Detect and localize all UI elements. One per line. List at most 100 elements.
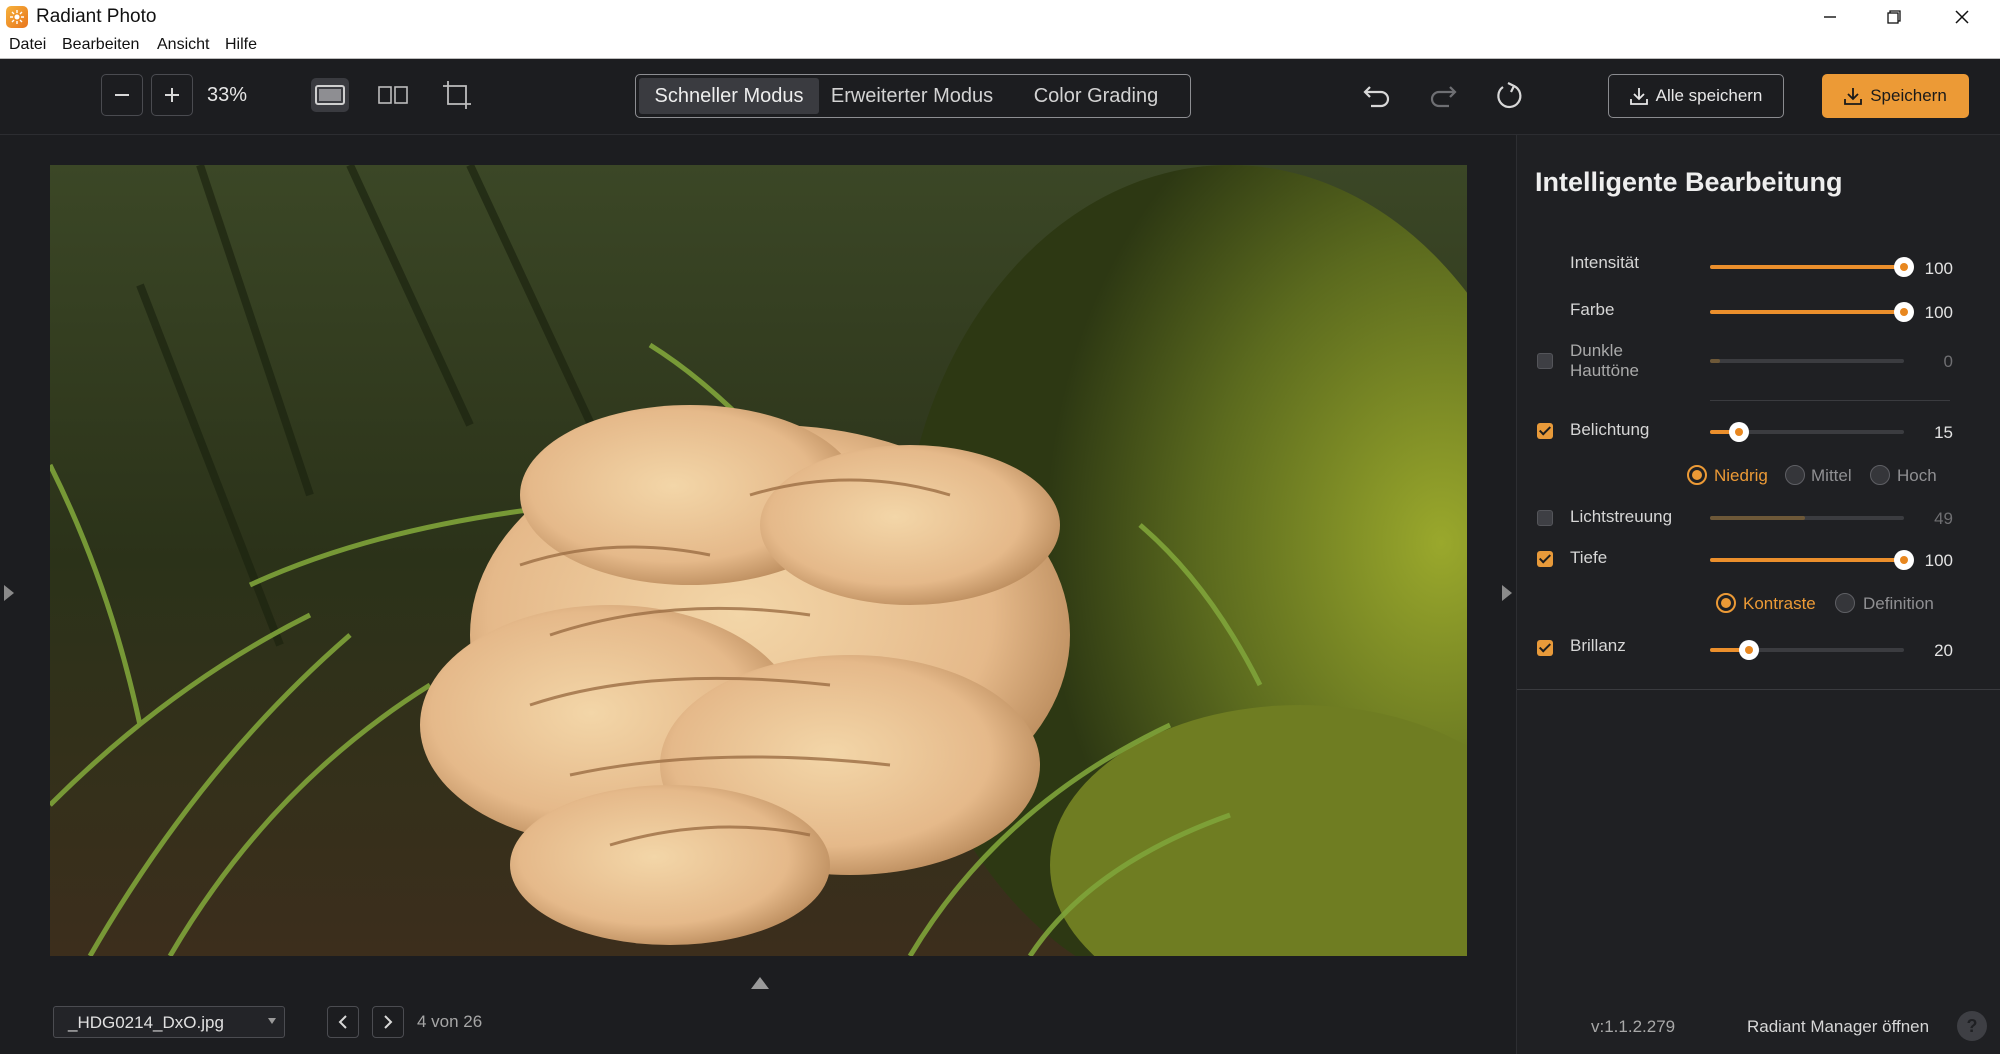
menu-item-bearbeiten[interactable]: Bearbeiten (62, 36, 139, 54)
save-all-label: Alle speichern (1655, 86, 1763, 105)
redo-button[interactable] (1423, 76, 1463, 116)
save-button[interactable]: Speichern (1822, 74, 1969, 118)
minimize-icon[interactable] (1800, 0, 1860, 34)
next-image-button[interactable] (372, 1006, 404, 1038)
split-view-icon (378, 86, 408, 104)
crop-view-icon (443, 81, 471, 109)
checkbox-brillanz[interactable] (1537, 640, 1553, 656)
image-counter: 4 von 26 (417, 1012, 483, 1031)
redo-icon (1430, 86, 1457, 108)
file-select-value: _HDG0214_DxO.jpg (68, 1013, 224, 1032)
title-bar: Radiant Photo (0, 0, 2000, 34)
tab-schneller-modus[interactable]: Schneller Modus (639, 78, 819, 114)
checkbox-lichtstreuung[interactable] (1537, 510, 1553, 526)
param-label-dunkle-hauttoene: Dunkle Hauttöne (1570, 341, 1639, 380)
chevron-down-icon (268, 1018, 276, 1024)
right-panel-toggle-icon[interactable] (1502, 585, 1512, 601)
plus-icon (165, 88, 179, 102)
toolbar: 33% Schneller Modus Erweiterter Modus Co… (0, 59, 2000, 135)
param-label-intensitaet: Intensität (1570, 253, 1639, 272)
slider-tiefe[interactable] (1710, 550, 1914, 570)
zoom-level: 33% (207, 84, 248, 106)
divider (1710, 400, 1950, 401)
smart-edit-panel: Intelligente Bearbeitung Intensität 100 … (1516, 135, 2000, 1054)
menu-item-ansicht[interactable]: Ansicht (157, 36, 209, 54)
slider-lichtstreuung[interactable] (1710, 516, 1904, 520)
tab-erweiterter-modus[interactable]: Erweiterter Modus (822, 78, 1002, 114)
slider-farbe[interactable] (1710, 302, 1914, 322)
app-title: Radiant Photo (36, 6, 157, 27)
left-panel-toggle-icon[interactable] (4, 585, 14, 601)
radio-label-mittel: Mittel (1811, 466, 1852, 485)
previous-image-button[interactable] (327, 1006, 359, 1038)
menu-item-hilfe[interactable]: Hilfe (225, 36, 257, 54)
radiant-manager-link[interactable]: Radiant Manager öffnen (1747, 1017, 1929, 1037)
chevron-left-icon (338, 1015, 347, 1029)
param-label-farbe: Farbe (1570, 300, 1615, 319)
reset-icon (1497, 82, 1522, 109)
param-label-tiefe: Tiefe (1570, 548, 1608, 567)
panel-title: Intelligente Bearbeitung (1535, 167, 1843, 197)
undo-icon (1363, 86, 1390, 108)
checkbox-dunkle-hauttoene[interactable] (1537, 353, 1553, 369)
single-view-icon (315, 85, 345, 105)
zoom-in-button[interactable] (151, 74, 193, 116)
param-value-lichtstreuung: 49 (1934, 509, 1953, 528)
slider-thumb[interactable] (1894, 257, 1914, 277)
restore-icon[interactable] (1864, 0, 1924, 34)
canvas-area: _HDG0214_DxO.jpg 4 von 26 (0, 135, 1516, 1054)
tab-color-grading[interactable]: Color Grading (1006, 78, 1186, 114)
radio-niedrig[interactable] (1687, 465, 1707, 485)
param-value-intensitaet: 100 (1924, 259, 1953, 278)
param-value-dunkle-hauttoene: 0 (1943, 352, 1953, 371)
radio-label-hoch: Hoch (1897, 466, 1937, 485)
save-label: Speichern (1870, 86, 1947, 105)
checkbox-belichtung[interactable] (1537, 423, 1553, 439)
radio-label-kontraste: Kontraste (1743, 594, 1816, 613)
download-icon (1629, 88, 1648, 105)
chevron-right-icon (384, 1015, 393, 1029)
reset-button[interactable] (1489, 76, 1529, 116)
zoom-out-button[interactable] (101, 74, 143, 116)
crop-view-button[interactable] (438, 78, 476, 112)
help-button[interactable]: ? (1957, 1011, 1987, 1041)
param-label-lichtstreuung: Lichtstreuung (1570, 507, 1673, 526)
radio-hoch[interactable] (1870, 465, 1890, 485)
slider-thumb[interactable] (1894, 302, 1914, 322)
param-value-farbe: 100 (1924, 303, 1953, 322)
menu-item-datei[interactable]: Datei (9, 36, 46, 54)
save-all-button[interactable]: Alle speichern (1608, 74, 1784, 118)
slider-brillanz[interactable] (1710, 640, 1904, 660)
file-select[interactable]: _HDG0214_DxO.jpg (53, 1006, 285, 1038)
close-icon[interactable] (1932, 0, 1992, 34)
slider-intensitaet[interactable] (1710, 257, 1914, 277)
radio-kontraste[interactable] (1716, 593, 1736, 613)
download-icon (1844, 88, 1863, 105)
split-view-button[interactable] (374, 78, 412, 112)
single-view-button[interactable] (311, 78, 349, 112)
checkbox-tiefe[interactable] (1537, 551, 1553, 567)
slider-thumb[interactable] (1738, 640, 1759, 660)
radio-definition[interactable] (1835, 593, 1855, 613)
param-value-brillanz: 20 (1934, 641, 1953, 660)
menu-bar: Datei Bearbeiten Ansicht Hilfe (0, 34, 2000, 59)
slider-dunkle-hauttoene[interactable] (1710, 359, 1904, 363)
radio-mittel[interactable] (1785, 465, 1805, 485)
panel-divider (1517, 689, 2000, 690)
minus-icon (115, 94, 129, 96)
mode-switch: Schneller Modus Erweiterter Modus Color … (635, 74, 1191, 118)
filmstrip-toggle-icon[interactable] (751, 977, 769, 989)
radio-label-niedrig: Niedrig (1714, 466, 1768, 485)
app-logo-icon (6, 6, 28, 28)
photo-preview[interactable] (50, 165, 1467, 956)
radio-label-definition: Definition (1863, 594, 1934, 613)
param-label-brillanz: Brillanz (1570, 636, 1626, 655)
param-label-belichtung: Belichtung (1570, 420, 1650, 439)
param-value-belichtung: 15 (1934, 423, 1953, 442)
slider-thumb[interactable] (1894, 550, 1914, 570)
param-value-tiefe: 100 (1924, 551, 1953, 570)
version-label: v:1.1.2.279 (1591, 1017, 1676, 1036)
slider-thumb[interactable] (1729, 422, 1750, 442)
undo-button[interactable] (1357, 76, 1397, 116)
slider-belichtung[interactable] (1710, 422, 1904, 442)
